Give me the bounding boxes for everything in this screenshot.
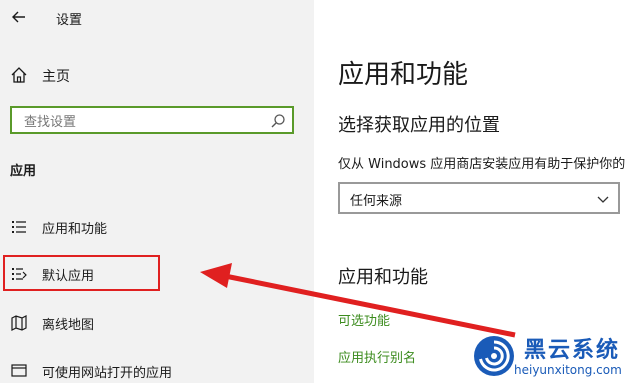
- chevron-down-icon: [597, 196, 609, 203]
- watermark-title: 黑云系统: [524, 338, 621, 363]
- search-box[interactable]: [10, 106, 294, 134]
- sidebar-item-label: 可使用网站打开的应用: [42, 366, 173, 381]
- sidebar-item-label: 应用和功能: [42, 222, 108, 237]
- dropdown-selected-value: 任何来源: [350, 194, 403, 209]
- sidebar-item-offline-maps[interactable]: 离线地图: [0, 305, 314, 341]
- back-arrow-icon[interactable]: [10, 8, 28, 26]
- main-panel: 应用和功能 选择获取应用的位置 仅从 Windows 应用商店安装应用有助于保护…: [314, 0, 637, 383]
- home-icon: [11, 67, 27, 83]
- home-label: 主页: [42, 69, 70, 85]
- app-source-dropdown[interactable]: 任何来源: [338, 182, 620, 214]
- sidebar-item-apps-features[interactable]: 应用和功能: [0, 209, 314, 245]
- annotation-highlight-box: [3, 255, 160, 291]
- watermark-url: heiyunxitong.com: [514, 363, 622, 377]
- watermark: 黑云系统 heiyunxitong.com: [470, 330, 637, 383]
- apps-for-websites-icon: [11, 364, 27, 377]
- subsection-title: 选择获取应用的位置: [338, 115, 500, 136]
- title-bar: 设置: [0, 0, 314, 36]
- sidebar-item-apps-for-websites[interactable]: 可使用网站打开的应用: [0, 353, 314, 389]
- description-text: 仅从 Windows 应用商店安装应用有助于保护你的: [338, 157, 626, 172]
- optional-features-link[interactable]: 可选功能: [338, 310, 390, 329]
- search-icon[interactable]: [270, 113, 286, 129]
- window-title: 设置: [56, 13, 83, 28]
- search-input[interactable]: [22, 111, 266, 133]
- app-execution-aliases-link[interactable]: 应用执行别名: [338, 347, 416, 366]
- section-heading: 应用和功能: [338, 267, 428, 288]
- section-title: 应用: [10, 164, 37, 179]
- sidebar: 设置 主页 应用 应用和功能 默认应用: [0, 0, 314, 383]
- offline-maps-icon: [11, 315, 27, 331]
- sidebar-item-label: 离线地图: [42, 318, 95, 333]
- home-nav-item[interactable]: 主页: [0, 58, 314, 92]
- apps-features-icon: [12, 221, 26, 233]
- page-title: 应用和功能: [338, 60, 469, 90]
- watermark-logo-icon: [474, 336, 514, 376]
